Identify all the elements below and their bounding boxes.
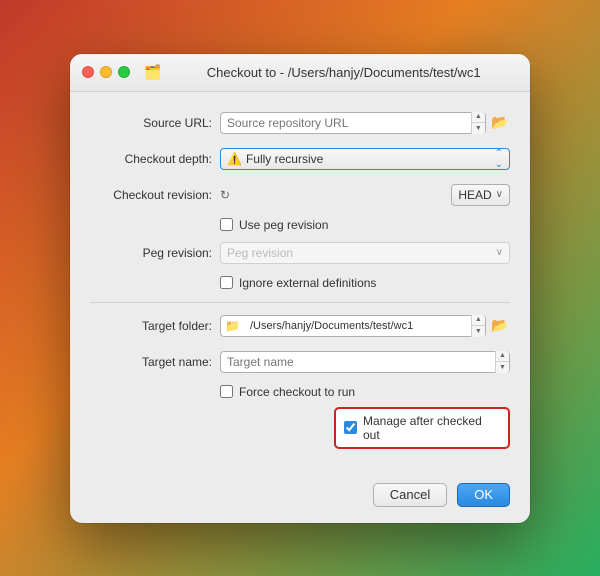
- source-url-input-wrapper[interactable]: ▲ ▼: [220, 112, 486, 134]
- title-bar: 🗂️ Checkout to - /Users/hanjy/Documents/…: [70, 54, 530, 92]
- source-url-label: Source URL:: [90, 116, 220, 130]
- use-peg-revision-label: Use peg revision: [239, 218, 328, 232]
- window-title: Checkout to - /Users/hanjy/Documents/tes…: [169, 65, 518, 80]
- cancel-button[interactable]: Cancel: [373, 483, 447, 507]
- peg-revision-placeholder: Peg revision: [227, 246, 293, 260]
- target-name-input-wrapper[interactable]: ▲ ▼: [220, 351, 510, 373]
- target-folder-input[interactable]: [244, 320, 471, 332]
- checkout-depth-select[interactable]: ⚠️ Fully recursive ⌃⌄: [220, 148, 510, 170]
- head-select[interactable]: HEAD ∨: [451, 184, 510, 206]
- revision-icon: ↻: [220, 188, 230, 202]
- peg-input-wrapper[interactable]: Peg revision ∨: [220, 242, 510, 264]
- target-name-control: ▲ ▼: [220, 351, 510, 373]
- source-url-row: Source URL: ▲ ▼ 📂: [90, 110, 510, 136]
- checkout-depth-control: ⚠️ Fully recursive ⌃⌄: [220, 148, 510, 170]
- checkout-revision-label: Checkout revision:: [90, 188, 220, 202]
- ignore-external-row: Ignore external definitions: [90, 276, 510, 290]
- target-folder-browse-button[interactable]: 📂: [490, 315, 510, 337]
- peg-revision-control: Peg revision ∨: [220, 242, 510, 264]
- manage-after-highlight-box: Manage after checked out: [334, 407, 510, 449]
- dialog-content: Source URL: ▲ ▼ 📂 Checkout depth: ⚠️ Ful…: [70, 92, 530, 523]
- manage-after-label: Manage after checked out: [363, 414, 500, 442]
- target-folder-row: Target folder: 📁 ▲ ▼ 📂: [90, 313, 510, 339]
- manage-after-checkbox[interactable]: [344, 421, 357, 434]
- checkout-depth-label: Checkout depth:: [90, 152, 220, 166]
- peg-revision-label: Peg revision:: [90, 246, 220, 260]
- traffic-lights: [82, 66, 130, 78]
- force-checkout-row: Force checkout to run: [90, 385, 510, 399]
- peg-input-chevron-icon: ∨: [496, 247, 503, 258]
- source-url-input[interactable]: [221, 116, 471, 130]
- use-peg-revision-row: Use peg revision: [90, 218, 510, 232]
- checkout-depth-icon: ⚠️: [227, 152, 242, 166]
- checkout-depth-chevron-icon: ⌃⌄: [495, 148, 503, 170]
- checkout-depth-row: Checkout depth: ⚠️ Fully recursive ⌃⌄: [90, 146, 510, 172]
- target-name-label: Target name:: [90, 355, 220, 369]
- checkout-revision-row: Checkout revision: ↻ HEAD ∨: [90, 182, 510, 208]
- target-folder-up-arrow[interactable]: ▲: [472, 315, 485, 327]
- target-folder-down-arrow[interactable]: ▼: [472, 326, 485, 337]
- minimize-button[interactable]: [100, 66, 112, 78]
- manage-after-wrapper: Manage after checked out: [90, 407, 510, 457]
- divider: [90, 302, 510, 303]
- window-icon: 🗂️: [144, 64, 161, 81]
- target-folder-arrows: ▲ ▼: [471, 315, 485, 337]
- checkout-depth-value: Fully recursive: [246, 152, 495, 166]
- force-checkout-label: Force checkout to run: [239, 385, 355, 399]
- source-url-folder-button[interactable]: 📂: [490, 112, 510, 134]
- source-url-down-arrow[interactable]: ▼: [472, 123, 485, 134]
- close-button[interactable]: [82, 66, 94, 78]
- head-value: HEAD: [458, 188, 491, 202]
- ignore-external-checkbox[interactable]: [220, 276, 233, 289]
- head-chevron-icon: ∨: [496, 189, 503, 200]
- target-folder-input-wrapper[interactable]: 📁 ▲ ▼: [220, 315, 486, 337]
- peg-revision-row: Peg revision: Peg revision ∨: [90, 240, 510, 266]
- target-folder-icon: 📁: [221, 319, 244, 333]
- target-folder-control: 📁 ▲ ▼ 📂: [220, 315, 510, 337]
- ok-button[interactable]: OK: [457, 483, 510, 507]
- source-url-up-arrow[interactable]: ▲: [472, 112, 485, 124]
- force-checkout-checkbox[interactable]: [220, 385, 233, 398]
- ignore-external-label: Ignore external definitions: [239, 276, 376, 290]
- source-url-arrows: ▲ ▼: [471, 112, 485, 134]
- maximize-button[interactable]: [118, 66, 130, 78]
- target-folder-label: Target folder:: [90, 319, 220, 333]
- dialog-window: 🗂️ Checkout to - /Users/hanjy/Documents/…: [70, 54, 530, 523]
- checkout-revision-control: ↻ HEAD ∨: [220, 184, 510, 206]
- target-name-down-arrow[interactable]: ▼: [496, 362, 509, 373]
- source-url-control: ▲ ▼ 📂: [220, 112, 510, 134]
- target-name-arrows: ▲ ▼: [495, 351, 509, 373]
- target-name-row: Target name: ▲ ▼: [90, 349, 510, 375]
- button-row: Cancel OK: [90, 473, 510, 507]
- target-name-up-arrow[interactable]: ▲: [496, 351, 509, 363]
- use-peg-revision-checkbox[interactable]: [220, 218, 233, 231]
- target-name-input[interactable]: [221, 355, 495, 369]
